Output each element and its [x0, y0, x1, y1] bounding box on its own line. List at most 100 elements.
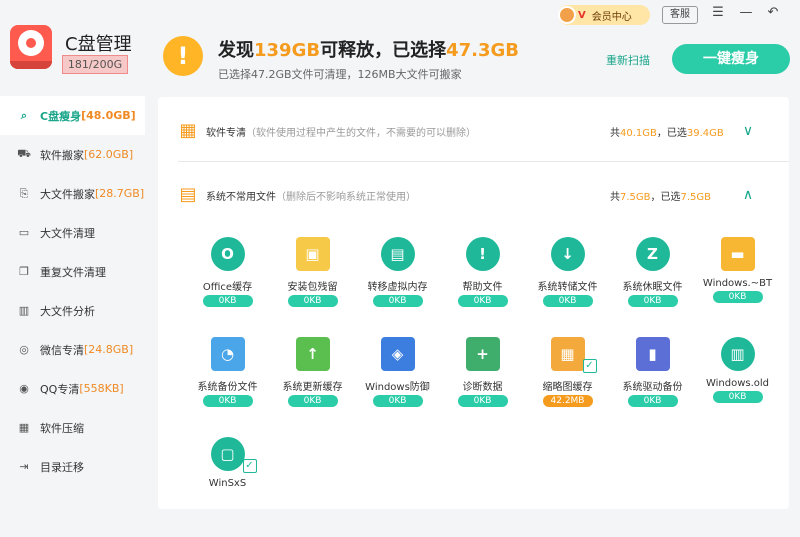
section-name: 系统不常用文件 [206, 191, 276, 203]
duplicate-icon: ❐ [19, 265, 29, 278]
cleanup-item-install-residue[interactable]: ▣ 安装包残留 0KB [270, 237, 355, 307]
sidebar-item-size: [62.0GB] [84, 148, 134, 161]
menu-icon[interactable]: ☰ [710, 5, 726, 21]
sidebar-item-duplicate-clean[interactable]: ❐ 重复文件清理 [0, 252, 145, 291]
chevron-up-icon[interactable]: ∧ [740, 187, 756, 203]
chevron-down-icon[interactable]: ∨ [740, 123, 756, 139]
sidebar-item-wechat-clean[interactable]: ◎ 微信专清 [24.8GB] [0, 330, 145, 369]
item-size: 0KB [542, 295, 593, 307]
item-label: 系统备份文件 [197, 382, 258, 393]
total-size: 40.1GB [620, 127, 657, 139]
cleanup-item-driver-backup[interactable]: ▮ 系统驱动备份 0KB [610, 337, 695, 407]
app-logo-icon [10, 25, 52, 69]
section-title: 系统不常用文件（删除后不影响系统正常使用） [206, 188, 416, 203]
office-icon: O [210, 237, 245, 271]
sidebar-item-label: 重复文件清理 [40, 265, 106, 279]
clock-icon: ◔ [210, 337, 245, 371]
avatar [558, 6, 576, 24]
cleanup-item-windows-old[interactable]: ▥ Windows.old 0KB [695, 337, 780, 403]
cleanup-item-virtual-memory[interactable]: ▤ 转移虚拟内存 0KB [355, 237, 440, 307]
cleanup-item-thumbnail-cache[interactable]: ▦ ✓ 缩略图缓存 42.2MB [525, 337, 610, 407]
item-size: 0KB [627, 395, 678, 407]
item-size: 42.2MB [542, 395, 593, 407]
cleanup-item-hibernate-files[interactable]: Z 系统休眠文件 0KB [610, 237, 695, 307]
checkbox-checked-icon[interactable]: ✓ [242, 459, 257, 473]
item-size: 0KB [712, 291, 763, 303]
app-title: C盘管理 [65, 34, 132, 55]
section-desc: （删除后不影响系统正常使用） [276, 191, 416, 203]
wechat-icon: ◎ [19, 343, 29, 356]
help-icon: ! [465, 237, 500, 271]
total-prefix: 共 [610, 191, 620, 203]
item-size: 0KB [287, 295, 338, 307]
sidebar-item-bigfile-clean[interactable]: ▭ 大文件清理 [0, 213, 145, 252]
item-label: 缩略图缓存 [542, 382, 593, 393]
sidebar-item-label: 软件搬家 [40, 148, 84, 162]
migrate-icon: ⇥ [19, 460, 29, 473]
sidebar-item-label: 大文件清理 [40, 226, 95, 240]
item-label: 系统休眠文件 [622, 282, 683, 293]
chart-icon: ▥ [18, 304, 30, 317]
sidebar-item-size: [28.7GB] [95, 187, 145, 200]
sidebar-item-qq-clean[interactable]: ◉ QQ专清 [558KB] [0, 369, 145, 408]
checkbox-checked-icon[interactable]: ✓ [582, 359, 597, 373]
cleanup-item-diagnostic-data[interactable]: + 诊断数据 0KB [440, 337, 525, 407]
sidebar-item-size: [24.8GB] [84, 343, 134, 356]
item-label: 系统驱动备份 [622, 382, 683, 393]
sleep-icon: Z [635, 237, 670, 271]
grid-icon: ▦ [179, 120, 197, 141]
sidebar-item-label: 大文件搬家 [40, 187, 95, 201]
back-icon[interactable]: ↶ [765, 5, 781, 21]
item-label: Windows.~BT [702, 278, 773, 289]
cleanup-item-system-backup[interactable]: ◔ 系统备份文件 0KB [185, 337, 270, 407]
download-icon: ↓ [550, 237, 585, 271]
cleanup-item-windows-bt[interactable]: ▬ Windows.~BT 0KB [695, 237, 780, 303]
minimize-icon[interactable]: — [738, 5, 754, 21]
search-icon: ⌕ [20, 108, 28, 122]
section-uncommon[interactable]: ▤ 系统不常用文件（删除后不影响系统正常使用） 共7.5GB，已选7.5GB ∧ [158, 175, 789, 215]
headline-middle: 可释放，已选择 [320, 40, 447, 61]
qq-icon: ◉ [19, 382, 29, 395]
item-size: 0KB [372, 295, 423, 307]
sidebar-item-bigfile-move[interactable]: ⎘ 大文件搬家 [28.7GB] [0, 174, 145, 213]
scan-subline: 已选择47.2GB文件可清理，126MB大文件可搬家 [218, 68, 462, 81]
item-size: 0KB [372, 395, 423, 407]
item-label: 帮助文件 [462, 282, 503, 293]
section-software[interactable]: ▦ 软件专清（软件使用过程中产生的文件，不需要的可以删除） 共40.1GB，已选… [158, 111, 789, 151]
section-stats: 共7.5GB，已选7.5GB [610, 188, 711, 203]
selected-size: 7.5GB [680, 191, 712, 203]
sidebar-item-c-slim[interactable]: ⌕ C盘瘦身 [48.0GB] [0, 96, 145, 135]
section-name: 软件专清 [206, 127, 246, 139]
rescan-link[interactable]: 重新扫描 [606, 52, 650, 68]
cleanup-item-winsxs[interactable]: ▢ ✓ WinSxS [185, 437, 270, 489]
item-size: 0KB [712, 391, 763, 403]
sidebar-item-software-move[interactable]: ⛟ 软件搬家 [62.0GB] [0, 135, 145, 174]
section-stats: 共40.1GB，已选39.4GB [610, 124, 724, 139]
cleanup-item-help-files[interactable]: ! 帮助文件 0KB [440, 237, 525, 307]
item-label: 转移虚拟内存 [367, 282, 428, 293]
selected-size: 39.4GB [686, 127, 724, 139]
sidebar-item-software-compress[interactable]: ▦ 软件压缩 [0, 408, 145, 447]
customer-service-button[interactable]: 客服 [662, 6, 698, 24]
sidebar-item-bigfile-analysis[interactable]: ▥ 大文件分析 [0, 291, 145, 330]
total-prefix: 共 [610, 127, 620, 139]
section-divider [178, 161, 789, 162]
cleanup-item-update-cache[interactable]: ↑ 系统更新缓存 0KB [270, 337, 355, 407]
vip-center-button[interactable]: V 会员中心 [558, 5, 650, 25]
item-label: WinSxS [208, 478, 247, 489]
folder-icon: ▬ [720, 237, 755, 271]
warning-icon: ! [163, 36, 203, 76]
cleanup-item-office-cache[interactable]: O Office缓存 0KB [185, 237, 270, 307]
thumbnail-icon: ▦ ✓ [550, 337, 597, 373]
sidebar-nav: ⌕ C盘瘦身 [48.0GB] ⛟ 软件搬家 [62.0GB] ⎘ 大文件搬家 [28… [0, 96, 145, 486]
selected-prefix: ，已选 [650, 191, 681, 203]
update-icon: ↑ [295, 337, 330, 371]
cleanup-item-windows-defender[interactable]: ◈ Windows防御 0KB [355, 337, 440, 407]
sidebar-item-dir-migrate[interactable]: ⇥ 目录迁移 [0, 447, 145, 486]
item-size: 0KB [457, 395, 508, 407]
sidebar: C盘管理 181/200G ⌕ C盘瘦身 [48.0GB] ⛟ 软件搬家 [62.0… [0, 0, 145, 537]
vip-label: 会员中心 [591, 11, 632, 23]
folder-icon: ▭ [18, 226, 30, 239]
one-click-slim-button[interactable]: 一键瘦身 [672, 44, 790, 74]
cleanup-item-dump-files[interactable]: ↓ 系统转储文件 0KB [525, 237, 610, 307]
